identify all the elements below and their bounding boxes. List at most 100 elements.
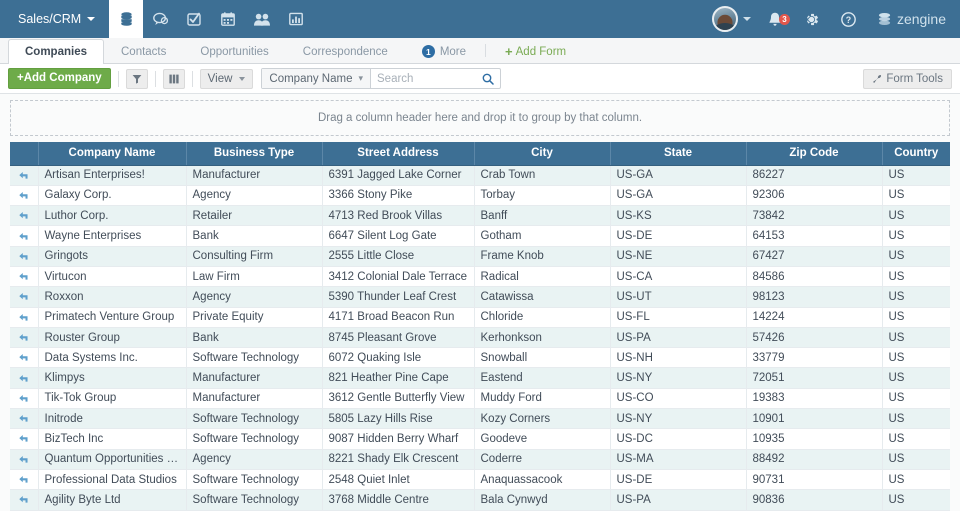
cell-company-name[interactable]: Galaxy Corp. xyxy=(38,185,187,207)
cell-city[interactable]: Muddy Ford xyxy=(474,388,611,410)
row-expand-icon[interactable] xyxy=(10,266,39,288)
cell-street-address[interactable]: 9087 Hidden Berry Wharf xyxy=(322,428,475,450)
cell-city[interactable]: Coderre xyxy=(474,449,611,470)
cell-company-name[interactable]: Roxxon xyxy=(38,286,187,308)
zengine-logo[interactable]: zengine xyxy=(867,11,946,27)
cell-company-name[interactable]: Professional Data Studios xyxy=(38,469,187,491)
cell-state[interactable]: US-GA xyxy=(610,185,747,207)
cell-company-name[interactable]: Rouster Group xyxy=(38,327,187,349)
cell-state[interactable]: US-PA xyxy=(610,327,747,349)
table-row[interactable]: Tik-Tok Group Manufacturer 3612 Gentle But… xyxy=(10,388,950,410)
cell-state[interactable]: US-DE xyxy=(610,469,747,491)
cell-zip-code[interactable]: 72051 xyxy=(746,367,883,389)
cell-city[interactable]: Kozy Corners xyxy=(474,408,611,430)
table-row[interactable]: Klimpys Manufacturer 821 Heather Pine Cape… xyxy=(10,367,950,389)
column-header-country[interactable]: Country xyxy=(882,142,950,166)
cell-street-address[interactable]: 6072 Quaking Isle xyxy=(322,347,475,369)
column-header-company-name[interactable]: Company Name xyxy=(38,142,187,166)
cell-state[interactable]: US-DC xyxy=(610,428,747,450)
cell-city[interactable]: Chloride xyxy=(474,307,611,328)
cell-zip-code[interactable]: 19383 xyxy=(746,388,883,410)
cell-street-address[interactable]: 5805 Lazy Hills Rise xyxy=(322,408,475,430)
cell-company-name[interactable]: Initrode xyxy=(38,408,187,430)
table-row[interactable]: Gringots Consulting Firm 2555 Little Close… xyxy=(10,246,950,267)
cell-state[interactable]: US-NY xyxy=(610,408,747,430)
workspace-selector[interactable]: Sales/CRM xyxy=(0,0,109,38)
cell-street-address[interactable]: 2555 Little Close xyxy=(322,246,475,267)
table-row[interactable]: Agility Byte Ltd Software Technology 3768 … xyxy=(10,489,950,511)
cell-zip-code[interactable]: 90836 xyxy=(746,489,883,511)
nav-reports-icon[interactable] xyxy=(279,0,313,38)
cell-zip-code[interactable]: 86227 xyxy=(746,165,883,186)
row-expand-icon[interactable] xyxy=(10,408,39,430)
cell-business-type[interactable]: Manufacturer xyxy=(186,388,323,410)
cell-country[interactable]: US xyxy=(882,408,950,430)
nav-tasks-icon[interactable] xyxy=(177,0,211,38)
view-dropdown[interactable]: View xyxy=(199,68,254,89)
row-expand-icon[interactable] xyxy=(10,428,39,450)
notifications-button[interactable]: 3 xyxy=(757,12,793,27)
cell-company-name[interactable]: Virtucon xyxy=(38,266,187,288)
cell-zip-code[interactable]: 84586 xyxy=(746,266,883,288)
search-field-select[interactable]: Company Name ▾ xyxy=(262,69,372,88)
cell-street-address[interactable]: 5390 Thunder Leaf Crest xyxy=(322,286,475,308)
cell-country[interactable]: US xyxy=(882,469,950,491)
row-expand-icon[interactable] xyxy=(10,469,39,491)
cell-company-name[interactable]: Wayne Enterprises xyxy=(38,225,187,247)
table-row[interactable]: Galaxy Corp. Agency 3366 Stony Pike Torbay U… xyxy=(10,185,950,207)
cell-company-name[interactable]: Tik-Tok Group xyxy=(38,388,187,410)
cell-city[interactable]: Crab Town xyxy=(474,165,611,186)
group-by-dropzone[interactable]: Drag a column header here and drop it to… xyxy=(10,100,950,136)
nav-calendar-icon[interactable] xyxy=(211,0,245,38)
row-expand-icon[interactable] xyxy=(10,307,39,328)
tab-companies[interactable]: Companies xyxy=(8,39,104,64)
search-button[interactable] xyxy=(476,73,500,85)
help-button[interactable]: ? xyxy=(830,11,867,27)
row-expand-icon[interactable] xyxy=(10,205,39,227)
cell-city[interactable]: Gotham xyxy=(474,225,611,247)
cell-business-type[interactable]: Software Technology xyxy=(186,408,323,430)
tab-more[interactable]: 1 More xyxy=(405,39,483,63)
column-header-zip-code[interactable]: Zip Code xyxy=(746,142,883,166)
table-row[interactable]: BizTech Inc Software Technology 9087 Hidde… xyxy=(10,428,950,450)
column-header-state[interactable]: State xyxy=(610,142,747,166)
cell-street-address[interactable]: 8221 Shady Elk Crescent xyxy=(322,449,475,470)
row-expand-icon[interactable] xyxy=(10,165,39,186)
cell-business-type[interactable]: Agency xyxy=(186,286,323,308)
table-row[interactable]: Data Systems Inc. Software Technology 6072… xyxy=(10,347,950,369)
cell-zip-code[interactable]: 67427 xyxy=(746,246,883,267)
cell-zip-code[interactable]: 64153 xyxy=(746,225,883,247)
cell-business-type[interactable]: Software Technology xyxy=(186,347,323,369)
cell-country[interactable]: US xyxy=(882,428,950,450)
cell-country[interactable]: US xyxy=(882,489,950,511)
cell-zip-code[interactable]: 57426 xyxy=(746,327,883,349)
cell-city[interactable]: Kerhonkson xyxy=(474,327,611,349)
cell-zip-code[interactable]: 14224 xyxy=(746,307,883,328)
cell-city[interactable]: Catawissa xyxy=(474,286,611,308)
row-expand-icon[interactable] xyxy=(10,246,39,267)
cell-zip-code[interactable]: 73842 xyxy=(746,205,883,227)
table-row[interactable]: Artisan Enterprises! Manufacturer 6391 Jag… xyxy=(10,165,950,186)
cell-company-name[interactable]: Gringots xyxy=(38,246,187,267)
nav-database-icon[interactable] xyxy=(109,0,144,38)
filter-button[interactable] xyxy=(125,68,148,89)
table-row[interactable]: Roxxon Agency 5390 Thunder Leaf Crest Cataw… xyxy=(10,286,950,308)
row-expand-icon[interactable] xyxy=(10,449,39,470)
cell-state[interactable]: US-GA xyxy=(610,165,747,186)
tab-contacts[interactable]: Contacts xyxy=(104,39,183,63)
cell-country[interactable]: US xyxy=(882,246,950,267)
cell-state[interactable]: US-DE xyxy=(610,225,747,247)
cell-state[interactable]: US-NY xyxy=(610,367,747,389)
form-tools-button[interactable]: Form Tools xyxy=(863,68,952,89)
cell-country[interactable]: US xyxy=(882,307,950,328)
cell-street-address[interactable]: 4171 Broad Beacon Run xyxy=(322,307,475,328)
cell-company-name[interactable]: Quantum Opportunities U... xyxy=(38,449,187,470)
cell-state[interactable]: US-CO xyxy=(610,388,747,410)
cell-city[interactable]: Eastend xyxy=(474,367,611,389)
columns-button[interactable] xyxy=(162,68,185,89)
cell-business-type[interactable]: Law Firm xyxy=(186,266,323,288)
cell-city[interactable]: Snowball xyxy=(474,347,611,369)
column-header-business-type[interactable]: Business Type xyxy=(186,142,323,166)
row-expand-icon[interactable] xyxy=(10,185,39,207)
cell-city[interactable]: Goodeve xyxy=(474,428,611,450)
